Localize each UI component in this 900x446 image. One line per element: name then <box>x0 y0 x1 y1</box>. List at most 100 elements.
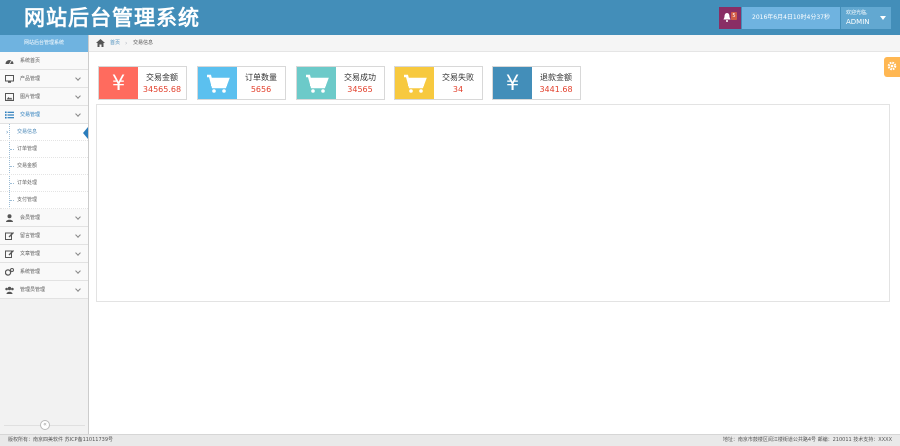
yen-icon: ¥ <box>505 71 520 95</box>
group-icon <box>5 286 14 294</box>
submenu-item-order-processing[interactable]: 订单处理 <box>0 175 88 192</box>
sidebar-item-label: 会员管理 <box>20 215 41 221</box>
tree-dash <box>10 149 14 150</box>
gear-icon <box>887 61 897 71</box>
sidebar-item-label: 留言管理 <box>20 233 41 239</box>
footer: 版权所有：南京四美软件 苏ICP备11011739号 地址：南京市鼓楼区阅江楼街… <box>0 434 900 446</box>
stat-card-success[interactable]: 交易成功 34565 <box>296 66 385 100</box>
sidebar-item-label: 系统管理 <box>20 269 41 275</box>
chevron-down-icon <box>75 286 81 292</box>
sidebar-item-dashboard[interactable]: 系统首页 <box>0 52 88 70</box>
username: ADMIN <box>846 18 870 26</box>
footer-address: 地址：南京市鼓楼区阅江楼街道公共路4号 邮编：210011 技术支持：XXXX <box>722 437 892 443</box>
cart-icon <box>207 74 230 93</box>
active-indicator <box>83 127 88 139</box>
card-title: 交易成功 <box>344 73 376 82</box>
breadcrumb-separator: › <box>125 40 128 47</box>
submenu-transactions: › 交易信息 订单管理 交易金额 订单处理 支付管理 <box>0 124 88 209</box>
chevron-down-icon <box>75 268 81 274</box>
edit-icon <box>5 232 14 240</box>
sidebar-item-label: 交易管理 <box>20 112 41 118</box>
tree-dash <box>10 200 14 201</box>
submenu-item-label: 订单管理 <box>17 146 38 152</box>
sidebar-item-system[interactable]: 系统管理 <box>0 263 88 281</box>
notification-button[interactable]: 5 <box>719 7 741 29</box>
caret-down-icon <box>880 16 886 20</box>
chevron-down-icon <box>75 214 81 220</box>
chevron-down-icon <box>75 232 81 238</box>
breadcrumb-current: 交易信息 <box>133 40 154 46</box>
edit-icon <box>5 250 14 258</box>
picture-icon <box>5 93 14 101</box>
cogs-icon <box>5 268 14 276</box>
card-icon-box: ¥ <box>493 67 532 99</box>
sidebar-item-label: 产品管理 <box>20 76 41 82</box>
user-icon <box>6 214 13 222</box>
card-value: 34 <box>452 85 464 94</box>
submenu-item-amount[interactable]: 交易金额 <box>0 158 88 175</box>
angle-right-icon: › <box>6 129 9 136</box>
sidebar-item-transactions[interactable]: 交易管理 <box>0 106 88 124</box>
logo-title: 网站后台管理系统 <box>24 5 200 30</box>
card-icon-box <box>395 67 434 99</box>
sidebar-item-label: 文章管理 <box>20 251 41 257</box>
submenu-item-orders[interactable]: 订单管理 <box>0 141 88 158</box>
tree-dash <box>10 166 14 167</box>
card-icon-box <box>297 67 336 99</box>
notification-badge: 5 <box>731 12 737 20</box>
submenu-item-label: 订单处理 <box>17 180 38 186</box>
cart-icon <box>404 74 427 93</box>
collapse-sidebar-button[interactable]: « <box>40 420 50 430</box>
submenu-item-label: 支付管理 <box>17 197 38 203</box>
sidebar-item-articles[interactable]: 文章管理 <box>0 245 88 263</box>
submenu-item-label: 交易信息 <box>17 129 38 135</box>
submenu-item-label: 交易金额 <box>17 163 38 169</box>
sidebar-item-pictures[interactable]: 图片管理 <box>0 88 88 106</box>
card-value: 34565 <box>347 85 373 94</box>
user-menu[interactable]: 欢迎光临, ADMIN <box>841 7 891 29</box>
card-title: 交易失败 <box>442 73 474 82</box>
submenu-item-transaction-info[interactable]: › 交易信息 <box>0 124 88 141</box>
datetime-display: 2016年6月4日10时4分37秒 <box>742 7 840 29</box>
welcome-text: 欢迎光临, <box>846 10 868 16</box>
submenu-item-payment[interactable]: 支付管理 <box>0 192 88 209</box>
stat-card-order-count[interactable]: 订单数量 5656 <box>197 66 286 100</box>
yen-icon: ¥ <box>111 71 126 95</box>
stat-card-refund-amount[interactable]: ¥ 退款金额 3441.68 <box>492 66 581 100</box>
sidebar: 网站后台管理系统 系统首页 产品管理 图片管理 交易管理 › 交易信息 订单管理… <box>0 35 89 434</box>
desktop-icon <box>5 75 14 83</box>
chevron-down-icon <box>75 111 81 117</box>
sidebar-item-members[interactable]: 会员管理 <box>0 209 88 227</box>
card-value: 34565.68 <box>142 85 182 94</box>
header-right: 5 2016年6月4日10时4分37秒 欢迎光临, ADMIN <box>719 7 891 29</box>
chevron-down-icon <box>75 93 81 99</box>
bell-icon <box>723 13 731 22</box>
dashboard-icon <box>5 60 14 65</box>
card-icon-box: ¥ <box>99 67 138 99</box>
sidebar-item-products[interactable]: 产品管理 <box>0 70 88 88</box>
stat-card-transaction-amount[interactable]: ¥ 交易金额 34565.68 <box>98 66 187 100</box>
breadcrumb: 首页 › 交易信息 <box>89 35 900 52</box>
home-icon <box>96 39 105 47</box>
header-bar: 网站后台管理系统 5 2016年6月4日10时4分37秒 欢迎光临, ADMIN <box>0 0 900 35</box>
settings-button[interactable] <box>884 57 900 77</box>
card-icon-box <box>198 67 237 99</box>
footer-copyright: 版权所有：南京四美软件 苏ICP备11011739号 <box>8 437 114 443</box>
chevron-down-icon <box>75 75 81 81</box>
stat-card-failed[interactable]: 交易失败 34 <box>394 66 483 100</box>
sidebar-item-label: 图片管理 <box>20 94 41 100</box>
cart-icon <box>306 74 329 93</box>
sidebar-item-label: 管理员管理 <box>20 287 46 293</box>
list-icon <box>5 111 14 119</box>
card-value: 3441.68 <box>539 85 573 94</box>
breadcrumb-home-link[interactable]: 首页 <box>110 35 120 52</box>
chevron-down-icon <box>75 250 81 256</box>
tree-dash <box>10 183 14 184</box>
card-title: 退款金额 <box>540 73 572 82</box>
card-value: 5656 <box>250 85 272 94</box>
sidebar-item-admins[interactable]: 管理员管理 <box>0 281 88 299</box>
sidebar-title: 网站后台管理系统 <box>0 35 88 52</box>
sidebar-item-messages[interactable]: 留言管理 <box>0 227 88 245</box>
card-title: 订单数量 <box>245 73 277 82</box>
card-title: 交易金额 <box>146 73 178 82</box>
